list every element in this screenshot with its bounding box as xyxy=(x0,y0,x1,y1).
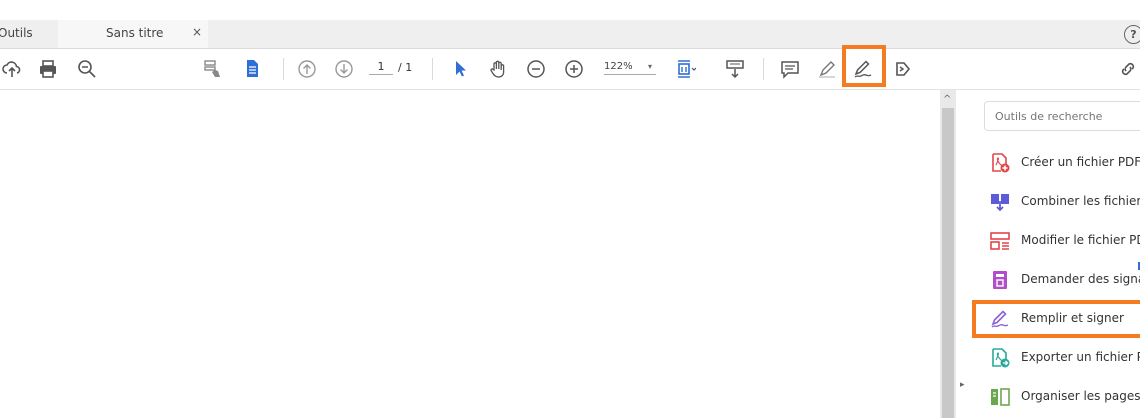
page-up-icon[interactable] xyxy=(297,59,317,79)
zoom-search-icon[interactable] xyxy=(77,59,97,79)
print-icon[interactable] xyxy=(38,59,58,79)
upload-cloud-icon[interactable] xyxy=(2,59,22,79)
zoom-out-icon[interactable] xyxy=(526,59,546,79)
top-strip xyxy=(0,0,1140,20)
panel-collapse-icon[interactable]: ▸ xyxy=(960,380,965,390)
tool-edit-pdf[interactable]: Modifier le fichier PDF xyxy=(984,223,1140,259)
scan-hand-icon[interactable] xyxy=(202,59,222,79)
tool-label: Modifier le fichier PDF xyxy=(1021,233,1140,247)
comment-icon[interactable] xyxy=(780,59,800,79)
fit-page-icon[interactable] xyxy=(676,59,696,79)
tab-bar: Outils Sans titre × ? xyxy=(0,20,1140,49)
tool-label: Organiser les pages xyxy=(1021,389,1140,403)
toolbar: 1 / 1 122% ▾ xyxy=(0,49,1140,90)
tool-label: Créer un fichier PDF xyxy=(1021,155,1140,169)
tool-label: Combiner les fichiers xyxy=(1021,194,1140,208)
chevron-down-icon[interactable]: ▾ xyxy=(648,62,652,71)
tool-label: Exporter un fichier PDF xyxy=(1021,350,1140,364)
select-arrow-icon[interactable] xyxy=(450,59,470,79)
tools-search-input[interactable] xyxy=(984,101,1140,131)
tool-export-pdf[interactable]: Exporter un fichier PDF xyxy=(984,340,1140,376)
separator xyxy=(432,58,433,80)
share-link-icon[interactable] xyxy=(1118,59,1138,79)
tab-document-label: Sans titre xyxy=(106,26,164,40)
document-canvas[interactable] xyxy=(0,90,940,418)
tab-document[interactable]: Sans titre × xyxy=(58,20,208,48)
scroll-mode-icon[interactable] xyxy=(725,59,745,79)
page-total: / 1 xyxy=(398,61,413,74)
separator xyxy=(283,58,284,80)
tool-create-pdf[interactable]: Créer un fichier PDF xyxy=(984,145,1140,181)
combine-files-icon xyxy=(990,192,1010,212)
edit-pdf-icon xyxy=(990,231,1010,251)
tool-organize-pages[interactable]: Organiser les pages xyxy=(984,379,1140,415)
stamp-icon[interactable] xyxy=(893,59,913,79)
scroll-up-icon[interactable]: ^ xyxy=(943,94,951,105)
create-pdf-icon xyxy=(990,153,1010,173)
hand-icon[interactable] xyxy=(488,59,508,79)
tab-tools[interactable]: Outils xyxy=(0,26,33,40)
page-down-icon[interactable] xyxy=(334,59,354,79)
zoom-in-icon[interactable] xyxy=(564,59,584,79)
fill-sign-highlight xyxy=(842,45,886,87)
scrollbar-thumb[interactable] xyxy=(942,108,954,418)
tool-label: Demander des signatures xyxy=(1021,272,1140,286)
help-icon[interactable]: ? xyxy=(1124,25,1140,44)
tool-combine-files[interactable]: Combiner les fichiers xyxy=(984,184,1140,220)
close-tab-icon[interactable]: × xyxy=(192,25,202,39)
tool-request-signatures[interactable]: Demander des signatures xyxy=(984,262,1140,298)
document-icon[interactable] xyxy=(242,59,262,79)
highlight-pen-icon[interactable] xyxy=(817,59,837,79)
separator xyxy=(763,58,764,80)
page-number-input[interactable]: 1 xyxy=(369,60,393,75)
fill-sign-panel-highlight xyxy=(972,300,1140,338)
organize-pages-icon xyxy=(990,387,1010,407)
export-pdf-icon xyxy=(990,348,1010,368)
request-signatures-icon xyxy=(990,270,1010,290)
